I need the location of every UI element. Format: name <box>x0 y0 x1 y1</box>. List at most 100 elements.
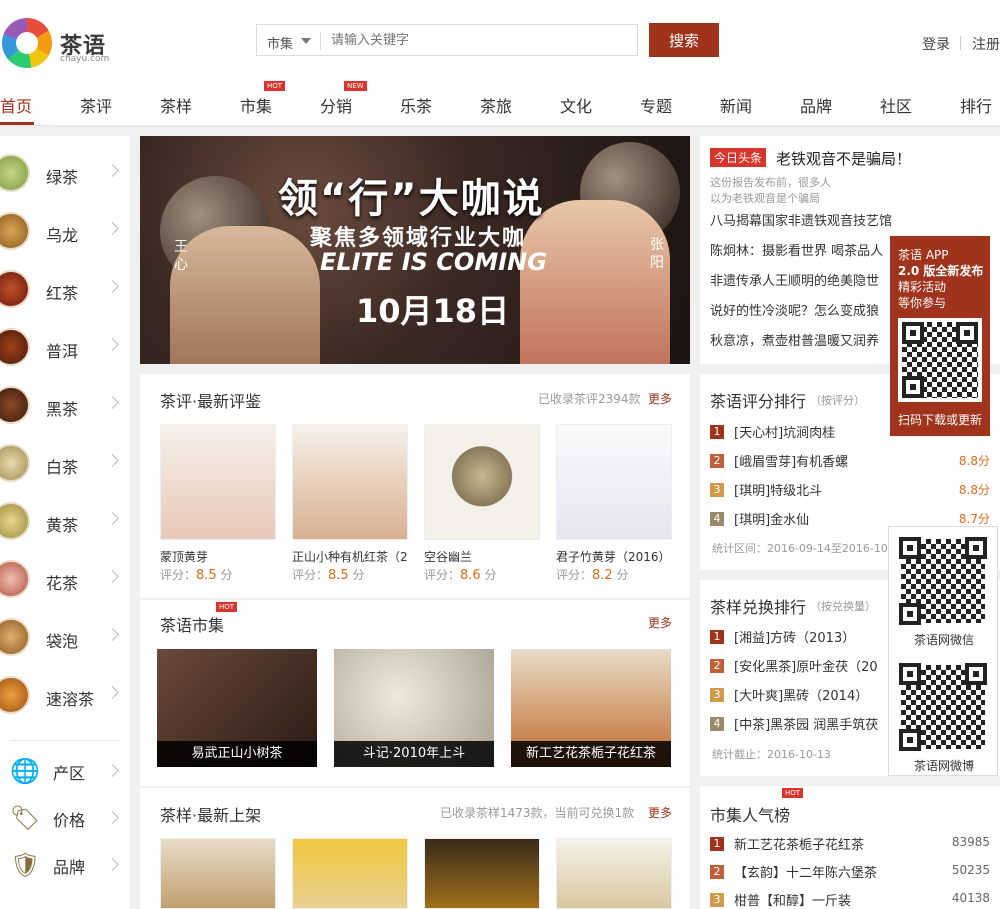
app-promo-line: 等你参与 <box>898 296 947 310</box>
nav-item-brands[interactable]: 品牌 <box>800 93 832 117</box>
banner-left-name: 王心 <box>174 239 188 273</box>
product-image <box>424 424 540 540</box>
banner-english: ELITE IS COMING <box>320 248 547 276</box>
samples-more-link[interactable]: 更多 <box>648 804 672 821</box>
weibo-caption[interactable]: 茶语网微博 <box>889 757 999 774</box>
rank-row[interactable]: 2 【玄韵】十二年陈六堡茶 50235 <box>710 862 1000 882</box>
sidebar-item-label: 袋泡 <box>46 632 79 651</box>
chevron-right-icon <box>106 628 119 641</box>
sidebar-item-label: 普洱 <box>46 342 79 361</box>
app-promo-line: 2.0 版全新发布 <box>898 264 984 278</box>
nav-item-letea[interactable]: 乐茶 <box>400 93 432 117</box>
hero-banner[interactable]: 领“行”大咖说 聚焦多领域行业大咖 ELITE IS COMING 10月18日… <box>140 136 690 364</box>
sidebar-item-yellow-tea[interactable]: 黄茶 <box>0 494 130 552</box>
rank-count: 50235 <box>951 863 990 877</box>
sidebar-item-white-tea[interactable]: 白茶 <box>0 436 130 494</box>
register-link[interactable]: 注册 <box>972 34 1000 54</box>
price-tag-icon: 🏷 <box>10 804 41 832</box>
rank-number: 4 <box>710 717 724 731</box>
rank-number: 2 <box>710 659 724 673</box>
hot-badge: HOT <box>264 81 286 91</box>
nav-item-distribution[interactable]: 分销 <box>320 93 352 117</box>
samples-count: 已收录茶样1473款，当前可兑换1款 <box>440 806 635 820</box>
rank-title: [峨眉雪芽]有机香螺 <box>734 455 849 470</box>
sample-image[interactable] <box>424 838 540 909</box>
sidebar-item-black-tea[interactable]: 红茶 <box>0 262 130 320</box>
nav-item-news[interactable]: 新闻 <box>720 93 752 117</box>
market-more-link[interactable]: 更多 <box>648 614 672 631</box>
nav-item-community[interactable]: 社区 <box>880 93 912 117</box>
rank-row[interactable]: 1 新工艺花茶栀子花红茶 83985 <box>710 834 1000 854</box>
nav-item-culture[interactable]: 文化 <box>560 93 592 117</box>
flower-tea-icon <box>0 560 30 598</box>
rating-rank-title: 茶语评分排行 <box>710 392 807 411</box>
sidebar-item-instant-tea[interactable]: 速溶茶 <box>0 668 130 726</box>
rank-title: 柑普【和醇】一斤装 <box>734 894 852 909</box>
rank-row[interactable]: 3 柑普【和醇】一斤装 40138 <box>710 890 1000 909</box>
nav-item-travel[interactable]: 茶旅 <box>480 93 512 117</box>
market-card[interactable]: 易武正山小树茶 <box>157 649 317 767</box>
login-link[interactable]: 登录 <box>922 34 950 54</box>
news-item[interactable]: 陈炯林：摄影看世界 喝茶品人 <box>710 240 883 259</box>
category-sidebar: 绿茶 乌龙 红茶 普洱 黑茶 白茶 黄茶 花茶 袋泡 速溶茶 🌐 产区 🏷 价格… <box>0 136 130 909</box>
news-item[interactable]: 八马揭幕国家非遗铁观音技艺馆 <box>710 210 892 229</box>
rank-count: 83985 <box>951 835 990 849</box>
sample-image[interactable] <box>556 838 672 909</box>
sidebar-item-price[interactable]: 🏷 价格 <box>0 797 130 843</box>
search-button[interactable]: 搜索 <box>649 23 719 57</box>
market-card[interactable]: 斗记·2010年上斗 <box>334 649 494 767</box>
chevron-right-icon <box>106 454 119 467</box>
teabag-icon <box>0 618 30 656</box>
samples-panel: 茶样·最新上架 已收录茶样1473款，当前可兑换1款 更多 <box>140 788 690 909</box>
wechat-caption[interactable]: 茶语网微信 <box>889 631 999 648</box>
main-nav: 首页 茶评 茶样 市集 分销 乐茶 茶旅 文化 专题 新闻 品牌 社区 排行 <box>0 84 1000 124</box>
rank-title: [安化黑茶]原叶金茯（20 <box>734 660 878 675</box>
news-item[interactable]: 说好的性冷淡呢？怎么变成狼 <box>710 300 879 319</box>
nav-item-topics[interactable]: 专题 <box>640 93 672 117</box>
qr-code-icon <box>898 318 982 402</box>
news-item[interactable]: 非遗传承人王顺明的绝美隐世 <box>710 270 879 289</box>
sidebar-item-brand[interactable]: 🛡 品牌 <box>0 844 130 890</box>
sidebar-item-puer[interactable]: 普洱 <box>0 320 130 378</box>
rank-row[interactable]: 3 [琪明]特级北斗 8.8分 <box>710 480 1000 500</box>
app-download-promo[interactable]: 茶语 APP 2.0 版全新发布 精彩活动 等你参与 扫码下载或更新 <box>890 236 990 436</box>
chevron-down-icon[interactable] <box>301 38 311 44</box>
sample-image[interactable] <box>292 838 408 909</box>
nav-item-market[interactable]: 市集 <box>240 93 272 117</box>
rank-number: 3 <box>710 483 724 497</box>
qr-code-icon <box>897 661 989 753</box>
reviews-panel: 茶评·最新评鉴 已收录茶评2394款 更多 蒙顶黄芽 评分：8.5 分 正山小种… <box>140 374 690 598</box>
rank-score: 8.8分 <box>958 454 990 468</box>
chevron-right-icon <box>106 164 119 177</box>
sidebar-item-green-tea[interactable]: 绿茶 <box>0 146 130 204</box>
sidebar-item-dark-tea[interactable]: 黑茶 <box>0 378 130 436</box>
sidebar-item-teabag[interactable]: 袋泡 <box>0 610 130 668</box>
chevron-right-icon <box>106 811 119 824</box>
rank-title: [天心村]坑涧肉桂 <box>734 426 836 441</box>
reviews-more-link[interactable]: 更多 <box>648 390 672 407</box>
nav-item-reviews[interactable]: 茶评 <box>80 93 112 117</box>
search-scope-select[interactable]: 市集 <box>267 33 293 52</box>
qr-code-icon <box>897 535 989 627</box>
sidebar-divider <box>10 740 120 741</box>
rank-number: 4 <box>710 512 724 526</box>
news-headline[interactable]: 老铁观音不是骗局！ <box>776 148 911 169</box>
nav-item-ranking[interactable]: 排行 <box>960 93 992 117</box>
search-input[interactable] <box>331 29 631 51</box>
nav-item-samples[interactable]: 茶样 <box>160 93 192 117</box>
sidebar-item-oolong[interactable]: 乌龙 <box>0 204 130 262</box>
chevron-right-icon <box>106 512 119 525</box>
product-name: 正山小种有机红茶（2 <box>292 550 408 564</box>
sidebar-item-flower-tea[interactable]: 花茶 <box>0 552 130 610</box>
sidebar-item-origin[interactable]: 🌐 产区 <box>0 750 130 796</box>
logo-icon[interactable] <box>2 18 52 68</box>
rank-row[interactable]: 2 [峨眉雪芽]有机香螺 8.8分 <box>710 451 1000 471</box>
login-divider <box>960 36 961 50</box>
rank-number: 1 <box>710 837 724 851</box>
reviews-title: 茶评·最新评鉴 <box>160 392 262 411</box>
sample-image[interactable] <box>160 838 276 909</box>
news-item[interactable]: 秋意凉，煮壶柑普温暖又润养 <box>710 330 879 349</box>
nav-item-home[interactable]: 首页 <box>0 93 32 117</box>
puer-icon <box>0 328 30 366</box>
market-card[interactable]: 新工艺花茶栀子花红茶 <box>511 649 671 767</box>
